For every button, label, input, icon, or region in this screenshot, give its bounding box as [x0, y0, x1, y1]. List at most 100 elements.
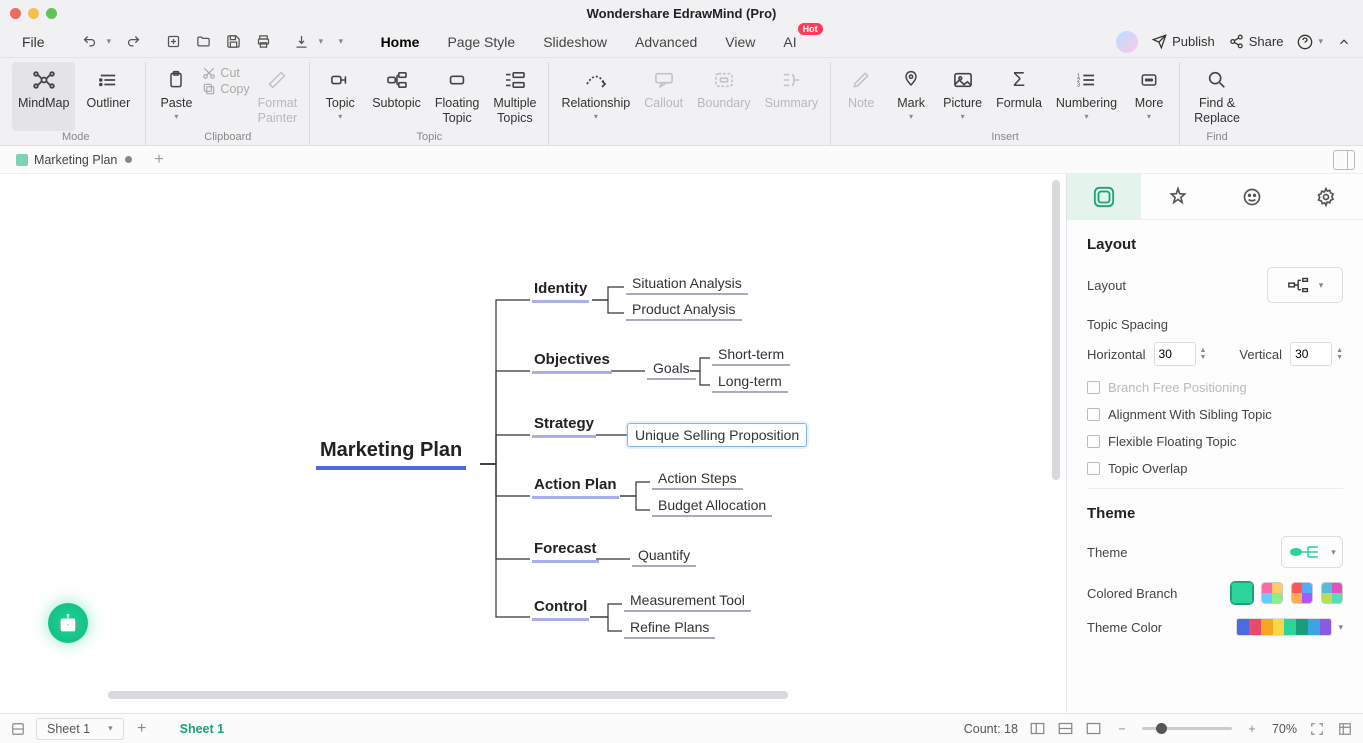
subtopic-button[interactable]: Subtopic [366, 62, 427, 131]
swatch-2[interactable] [1261, 582, 1283, 604]
branch-action-plan[interactable]: Action Plan [532, 476, 619, 499]
topic-button[interactable]: Topic▾ [316, 62, 364, 131]
zoom-out-button[interactable]: − [1114, 722, 1130, 736]
document-tab[interactable]: Marketing Plan [8, 149, 140, 171]
layout-dropdown[interactable]: ▾ [1267, 267, 1343, 303]
tab-page-style[interactable]: Page Style [445, 30, 517, 54]
vertical-stepper[interactable]: ▲▼ [1336, 347, 1343, 361]
close-icon[interactable] [10, 8, 21, 19]
find-replace-button[interactable]: Find & Replace [1186, 62, 1248, 131]
sheets-panel-icon[interactable] [10, 722, 26, 736]
view-mode-1-icon[interactable] [1030, 722, 1046, 735]
leaf-refine-plans[interactable]: Refine Plans [624, 618, 715, 639]
boundary-button[interactable]: Boundary [691, 62, 757, 131]
sheet-dropdown[interactable]: Sheet 1▾ [36, 718, 124, 740]
maximize-icon[interactable] [46, 8, 57, 19]
multiple-topics-button[interactable]: Multiple Topics [487, 62, 542, 131]
paste-button[interactable]: Paste▾ [152, 62, 200, 131]
leaf-quantify[interactable]: Quantify [632, 546, 696, 567]
swatch-3[interactable] [1291, 582, 1313, 604]
horizontal-input[interactable] [1154, 342, 1196, 366]
copy-button[interactable]: Copy [202, 82, 249, 96]
add-tab-button[interactable]: + [148, 151, 169, 169]
note-button[interactable]: Note [837, 62, 885, 131]
leaf-action-steps[interactable]: Action Steps [652, 469, 743, 490]
help-button[interactable]: ▾ [1297, 34, 1323, 50]
undo-icon[interactable] [77, 29, 103, 55]
zoom-in-button[interactable]: + [1244, 722, 1260, 736]
open-icon[interactable] [191, 29, 217, 55]
tab-advanced[interactable]: Advanced [633, 30, 699, 54]
swatch-1[interactable] [1231, 582, 1253, 604]
topic-overlap-checkbox[interactable]: Topic Overlap [1087, 461, 1343, 476]
branch-strategy[interactable]: Strategy [532, 415, 596, 438]
leaf-short-term[interactable]: Short-term [712, 345, 790, 366]
theme-dropdown[interactable]: ▾ [1281, 536, 1343, 568]
branch-forecast[interactable]: Forecast [532, 540, 599, 563]
cut-button[interactable]: Cut [202, 66, 249, 80]
format-painter-button[interactable]: Format Painter [252, 62, 304, 131]
tab-view[interactable]: View [723, 30, 757, 54]
more-dropdown[interactable]: ▾ [339, 36, 349, 47]
fit-screen-icon[interactable] [1309, 722, 1325, 736]
align-sibling-checkbox[interactable]: Alignment With Sibling Topic [1087, 407, 1343, 422]
sheet-tab[interactable]: Sheet 1 [160, 719, 244, 739]
mindmap-mode-button[interactable]: MindMap [12, 62, 75, 131]
view-mode-3-icon[interactable] [1086, 722, 1102, 735]
picture-button[interactable]: Picture▾ [937, 62, 988, 131]
branch-objectives[interactable]: Objectives [532, 351, 612, 374]
horizontal-stepper[interactable]: ▲▼ [1200, 347, 1207, 361]
flexible-floating-checkbox[interactable]: Flexible Floating Topic [1087, 434, 1343, 449]
tab-ai[interactable]: AI Hot [781, 30, 798, 54]
branch-control[interactable]: Control [532, 598, 589, 621]
panel-tab-layout[interactable] [1067, 174, 1141, 219]
outliner-mode-button[interactable]: Outliner [77, 62, 139, 131]
new-icon[interactable] [161, 29, 187, 55]
zoom-slider[interactable] [1142, 727, 1232, 730]
summary-button[interactable]: Summary [759, 62, 824, 131]
swatch-4[interactable] [1321, 582, 1343, 604]
panel-tab-settings[interactable] [1289, 174, 1363, 219]
tab-slideshow[interactable]: Slideshow [541, 30, 609, 54]
mark-button[interactable]: Mark▾ [887, 62, 935, 131]
view-mode-2-icon[interactable] [1058, 722, 1074, 735]
ai-assistant-button[interactable] [48, 603, 88, 643]
publish-button[interactable]: Publish [1152, 34, 1215, 49]
fullscreen-icon[interactable] [1337, 722, 1353, 736]
share-button[interactable]: Share [1229, 34, 1284, 49]
tab-home[interactable]: Home [379, 30, 422, 54]
panel-toggle-icon[interactable] [1333, 150, 1355, 170]
leaf-product-analysis[interactable]: Product Analysis [626, 300, 742, 321]
export-icon[interactable] [289, 29, 315, 55]
leaf-long-term[interactable]: Long-term [712, 372, 788, 393]
horizontal-scrollbar[interactable] [18, 691, 1062, 701]
leaf-situation-analysis[interactable]: Situation Analysis [626, 274, 748, 295]
file-menu[interactable]: File [12, 30, 55, 54]
root-node[interactable]: Marketing Plan [316, 439, 466, 470]
canvas[interactable]: Marketing Plan Identity Situation Analys… [0, 174, 1066, 713]
branch-identity[interactable]: Identity [532, 280, 589, 303]
leaf-measurement-tool[interactable]: Measurement Tool [624, 591, 751, 612]
collapse-ribbon-icon[interactable] [1337, 35, 1351, 49]
leaf-budget-allocation[interactable]: Budget Allocation [652, 496, 772, 517]
callout-button[interactable]: Callout [638, 62, 689, 131]
add-sheet-button[interactable]: + [134, 720, 150, 738]
minimize-icon[interactable] [28, 8, 39, 19]
export-dropdown[interactable]: ▾ [319, 36, 329, 47]
vertical-scrollbar[interactable] [1052, 180, 1062, 660]
numbering-button[interactable]: 123Numbering▾ [1050, 62, 1123, 131]
floating-topic-button[interactable]: Floating Topic [429, 62, 485, 131]
theme-color-picker[interactable] [1236, 618, 1332, 636]
relationship-button[interactable]: Relationship▾ [555, 62, 636, 131]
vertical-input[interactable] [1290, 342, 1332, 366]
leaf-usp[interactable]: Unique Selling Proposition [627, 423, 807, 447]
leaf-goals[interactable]: Goals [647, 359, 696, 380]
more-button[interactable]: More▾ [1125, 62, 1173, 131]
theme-color-dropdown[interactable]: ▾ [1338, 622, 1343, 633]
formula-button[interactable]: ΣFormula [990, 62, 1048, 131]
avatar[interactable] [1116, 31, 1138, 53]
panel-tab-icons[interactable] [1215, 174, 1289, 219]
save-icon[interactable] [221, 29, 247, 55]
panel-tab-style[interactable] [1141, 174, 1215, 219]
print-icon[interactable] [251, 29, 277, 55]
